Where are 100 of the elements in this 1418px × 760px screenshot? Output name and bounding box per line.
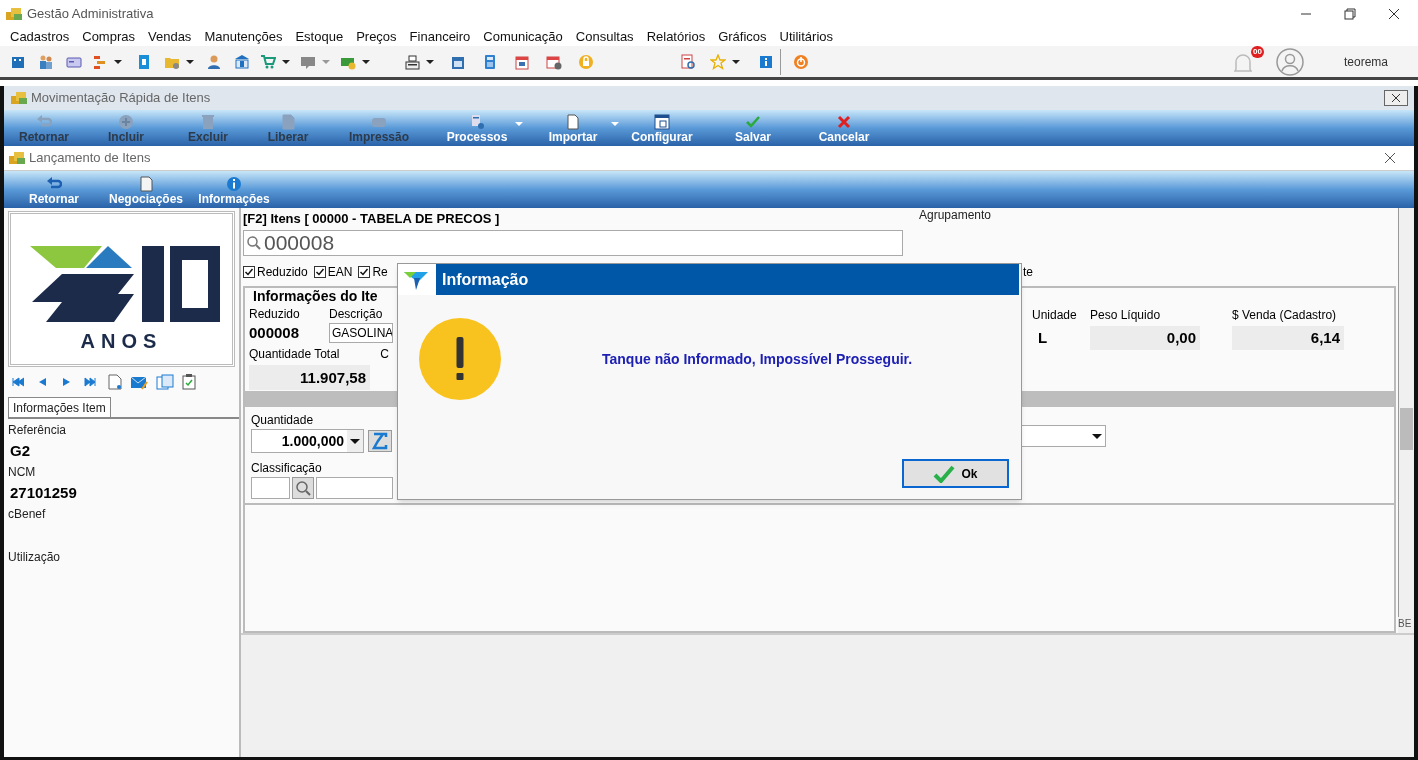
document-icon[interactable] — [108, 374, 122, 390]
code-field[interactable] — [251, 477, 290, 499]
checkbox-label: Reduzido — [257, 264, 308, 281]
document-gear-icon — [469, 114, 485, 130]
last-icon[interactable] — [84, 376, 96, 388]
close-icon[interactable] — [1388, 8, 1400, 20]
field-label: cBenef — [8, 506, 47, 523]
document-icon[interactable] — [136, 53, 152, 70]
calculator-icon[interactable] — [482, 53, 498, 70]
search-button[interactable] — [292, 477, 314, 499]
menu-item[interactable]: Manutenções — [204, 27, 283, 47]
menu-item[interactable]: Estoque — [295, 27, 344, 47]
field-label: Peso Líquido — [1090, 307, 1162, 324]
toolbar-button[interactable]: Cancelar — [803, 114, 885, 146]
caret-icon[interactable] — [282, 59, 290, 64]
menu-item[interactable]: Compras — [82, 27, 135, 47]
first-icon[interactable] — [12, 376, 24, 388]
quantity-combobox[interactable]: 1.000,000 — [251, 429, 364, 453]
logo-text: ANOS — [80, 329, 163, 354]
info-icon — [226, 176, 242, 192]
toolbar-button[interactable]: Negociações — [102, 176, 190, 208]
window-title: Gestão Administrativa — [27, 5, 154, 24]
field-label: Utilização — [8, 549, 62, 566]
sum-button[interactable] — [368, 430, 392, 452]
close-icon[interactable] — [1384, 152, 1396, 164]
cart-icon[interactable] — [260, 53, 276, 70]
checkbox[interactable] — [313, 266, 326, 278]
mail-icon[interactable] — [130, 374, 148, 390]
toolbar-button[interactable]: Processos — [429, 114, 525, 146]
menu-item[interactable]: Gráficos — [718, 27, 767, 47]
star-icon[interactable] — [710, 53, 726, 70]
menu-item[interactable]: Utilitários — [779, 27, 834, 47]
ok-button[interactable]: Ok — [902, 459, 1009, 488]
caret-icon[interactable] — [426, 59, 434, 64]
readonly-field: 6,14 — [1232, 326, 1344, 350]
calendar-gear-icon[interactable] — [546, 53, 562, 70]
menu-item[interactable]: Relatórios — [646, 27, 706, 47]
field-value: 000008 — [249, 322, 301, 343]
toolbar-button[interactable]: Retornar — [6, 176, 102, 208]
checkbox-label: EAN — [327, 264, 353, 281]
checkbox[interactable] — [358, 266, 371, 278]
field-label: Classificação — [251, 460, 323, 475]
corner-text: BE — [1398, 617, 1413, 631]
total-quantity-value: 11.907,58 — [249, 365, 370, 390]
menu-item[interactable]: Cadastros — [10, 27, 70, 47]
document-icon — [565, 114, 581, 130]
field-label: Quantidade — [251, 412, 315, 427]
tab[interactable]: Informações Item — [8, 397, 111, 417]
close-icon[interactable] — [1384, 90, 1408, 106]
dialog-title: Informação — [436, 264, 1019, 295]
notification-badge: 00 — [1250, 45, 1264, 58]
field-label: Quantidade Total — [249, 346, 340, 363]
checkbox[interactable] — [243, 266, 255, 278]
cross-icon — [836, 114, 852, 130]
checkbox-label: te — [1023, 264, 1033, 281]
toolbar-button[interactable]: Importar — [525, 114, 621, 146]
warning-icon — [418, 317, 502, 401]
checkbox-label: Re — [372, 264, 388, 281]
field-label: $ Venda (Cadastro) — [1232, 307, 1338, 324]
caret-icon[interactable] — [732, 59, 740, 64]
clipboard-check-icon[interactable] — [182, 374, 196, 390]
power-icon[interactable] — [793, 53, 809, 70]
trash-icon — [200, 114, 216, 130]
window-icon — [654, 114, 670, 130]
field-value: 27101259 — [9, 483, 78, 503]
restore-icon[interactable] — [1344, 8, 1356, 20]
window-title: Movimentação Rápida de Itens — [31, 89, 211, 108]
field-label: Descrição — [329, 306, 383, 321]
scrollbar[interactable] — [1398, 208, 1414, 617]
report-search-icon[interactable] — [680, 53, 696, 70]
menu-item[interactable]: Comunicação — [483, 27, 563, 47]
copy-icon[interactable] — [156, 374, 174, 390]
field-label: Agrupamento — [919, 207, 992, 224]
calendar-icon[interactable] — [514, 53, 530, 70]
menu-item[interactable]: Financeiro — [409, 27, 471, 47]
scrollbar-thumb[interactable] — [1400, 408, 1413, 450]
caret-icon[interactable] — [186, 59, 194, 64]
section-title: Informações do Ite — [252, 288, 379, 305]
next-icon[interactable] — [60, 376, 72, 388]
menu-item[interactable]: Vendas — [148, 27, 192, 47]
person-icon[interactable] — [206, 53, 222, 70]
classification-field[interactable] — [316, 477, 393, 499]
user-avatar-icon[interactable] — [1275, 47, 1304, 76]
caret-icon[interactable] — [362, 59, 370, 64]
bank-icon[interactable] — [234, 53, 250, 70]
toolbar-button[interactable]: Informações — [190, 176, 278, 208]
info-icon[interactable] — [758, 53, 774, 70]
check-icon — [745, 114, 761, 130]
caret-icon[interactable] — [347, 430, 363, 452]
dialog-message: Tanque não Informado, Impossível Prosseguir. — [602, 349, 913, 369]
caret-icon[interactable] — [114, 59, 122, 64]
list-icon[interactable] — [92, 53, 108, 70]
people-icon[interactable] — [38, 53, 54, 70]
toolbar-button[interactable]: Configurar — [621, 114, 703, 146]
caret-icon — [611, 122, 619, 126]
toolbar-button[interactable]: Salvar — [703, 114, 803, 146]
search-field[interactable]: 000008 — [243, 230, 903, 256]
menu-item[interactable]: Consultas — [575, 27, 634, 47]
menu-item[interactable]: Preços — [356, 27, 397, 47]
field-value: L — [1037, 328, 1049, 348]
